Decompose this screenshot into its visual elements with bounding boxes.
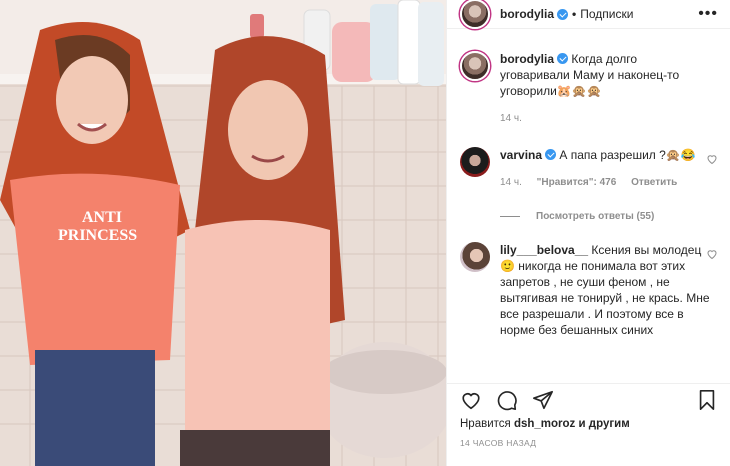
comment-username[interactable]: varvina (500, 148, 542, 162)
shirt-text-line1: ANTI (82, 209, 122, 226)
comment-text: Ксения вы молодец🙂 никогда не понимала в… (500, 243, 710, 337)
caption: borodylia Когда долго уговаривали Маму и… (460, 51, 718, 127)
face-right (228, 80, 308, 180)
view-replies-button[interactable]: Посмотреть ответы (55) (500, 211, 718, 222)
follow-button[interactable]: Подписки (580, 7, 633, 21)
likes-user[interactable]: dsh_moroz (514, 418, 575, 430)
verified-badge-icon (557, 53, 569, 64)
bottle (397, 0, 421, 85)
instagram-post: ANTI PRINCESS borodylia • Подписки ••• b… (0, 0, 730, 466)
likes-prefix: Нравится (460, 418, 511, 430)
post-panel: borodylia • Подписки ••• borodylia Когда… (447, 0, 730, 466)
avatar[interactable] (460, 242, 490, 272)
bottle (418, 2, 444, 86)
avatar[interactable] (460, 147, 490, 177)
bottle (370, 4, 400, 80)
comment-icon[interactable] (496, 389, 518, 411)
share-icon[interactable] (532, 389, 554, 411)
separator-dot: • (572, 7, 577, 21)
action-bar (447, 383, 730, 416)
comment-meta: 14 ч. "Нравится": 476 Ответить (500, 175, 710, 191)
bottle (250, 14, 264, 38)
view-replies-label[interactable]: Посмотреть ответы (55) (536, 211, 654, 222)
divider (500, 216, 520, 217)
likes-summary: Нравится dsh_moroz и другим (447, 416, 730, 430)
post-photo[interactable]: ANTI PRINCESS (0, 0, 447, 466)
comment: varvina А папа разрешил ?🙊😂 14 ч. "Нрави… (460, 147, 718, 191)
comment-time[interactable]: 14 ч. (500, 177, 522, 188)
likes-others[interactable]: и другим (579, 418, 630, 430)
reply-button[interactable]: Ответить (631, 177, 677, 188)
avatar[interactable] (460, 0, 490, 29)
shirt-right (185, 220, 330, 440)
verified-badge-icon (557, 8, 569, 20)
comment-text: А папа разрешил ?🙊😂 (559, 148, 696, 162)
like-heart-icon[interactable] (460, 389, 482, 411)
post-timestamp[interactable]: 14 ЧАСОВ НАЗАД (447, 430, 730, 448)
comments-list[interactable]: borodylia Когда долго уговаривали Маму и… (447, 29, 730, 383)
comment-likes[interactable]: "Нравится": 476 (537, 177, 617, 188)
shirt-text-line2: PRINCESS (58, 227, 137, 244)
avatar[interactable] (460, 51, 490, 81)
more-horizontal-icon[interactable]: ••• (698, 5, 718, 23)
caption-time[interactable]: 14 ч. (500, 113, 522, 124)
photo-illustration: ANTI PRINCESS (0, 0, 446, 466)
comment-username[interactable]: lily___belova__ (500, 243, 588, 257)
caption-meta: 14 ч. (500, 111, 710, 127)
like-comment-heart-icon[interactable] (706, 153, 718, 165)
bookmark-icon[interactable] (696, 389, 718, 411)
bottle (332, 22, 376, 82)
header-username[interactable]: borodylia (500, 7, 554, 21)
comment: lily___belova__ Ксения вы молодец🙂 никог… (460, 242, 718, 338)
shirt-left (10, 173, 180, 365)
caption-username[interactable]: borodylia (500, 52, 554, 66)
verified-badge-icon (545, 149, 557, 160)
post-header: borodylia • Подписки ••• (447, 0, 730, 29)
like-comment-heart-icon[interactable] (706, 248, 718, 260)
